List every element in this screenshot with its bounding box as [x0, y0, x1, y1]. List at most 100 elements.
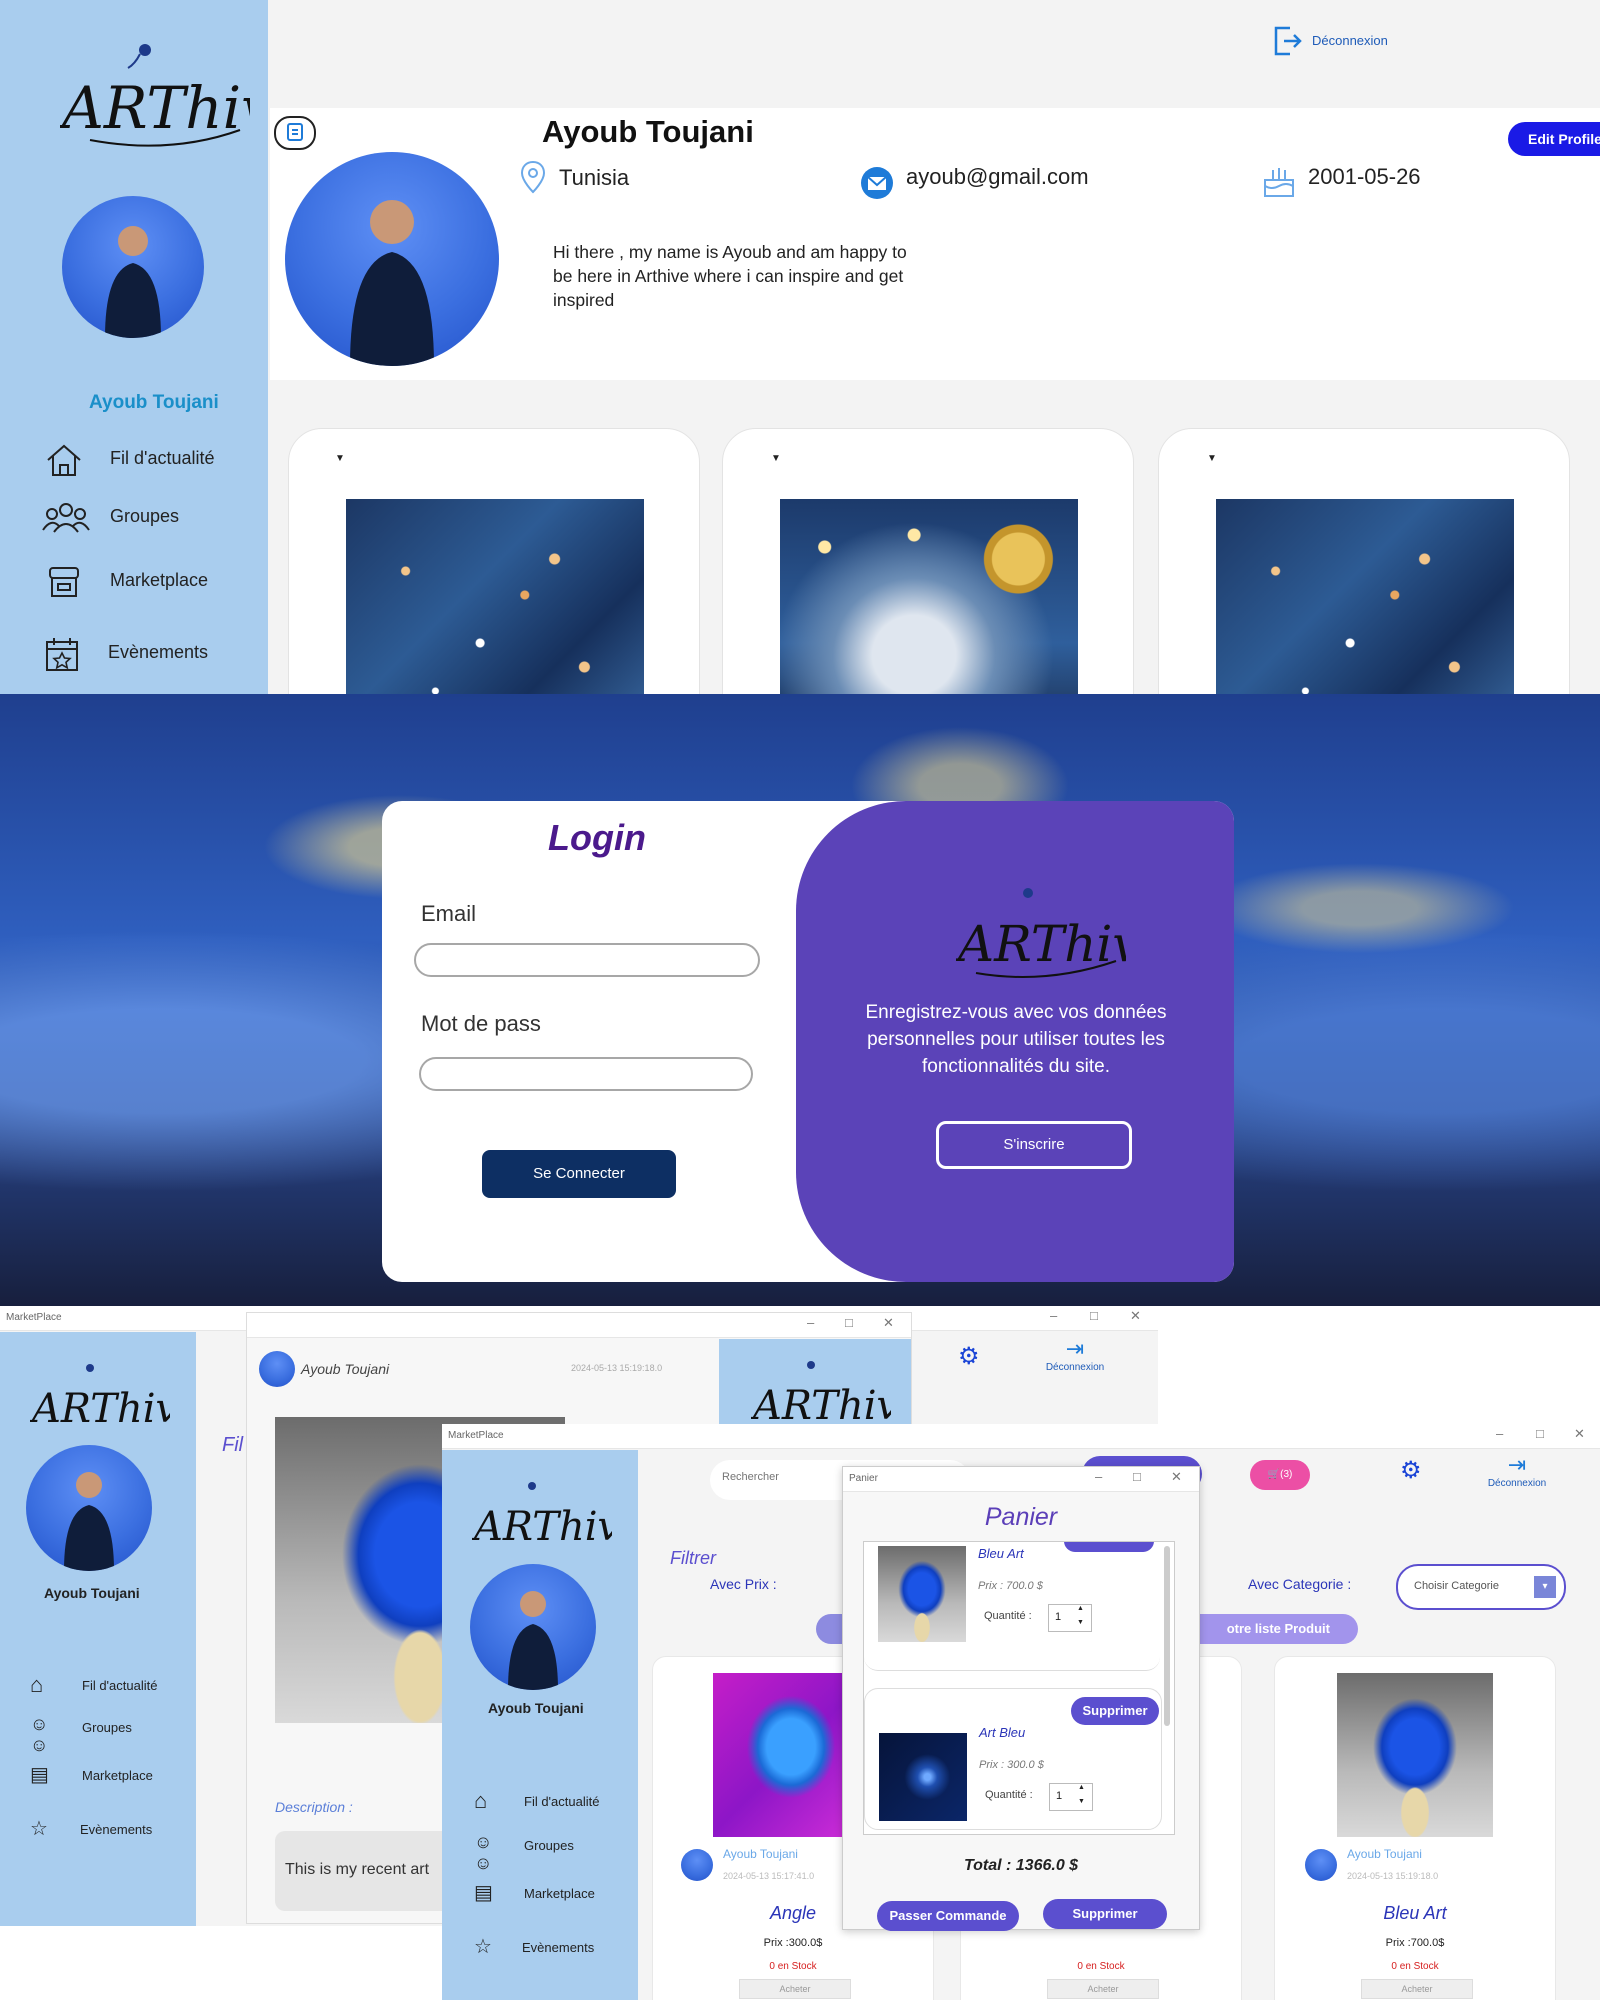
- quantity-value: 1: [1055, 1611, 1062, 1623]
- edit-photo-button[interactable]: [274, 116, 316, 150]
- window-title: MarketPlace: [448, 1430, 504, 1441]
- cart-total: Total : 1366.0 $: [963, 1857, 1079, 1874]
- art-card[interactable]: ▼: [288, 428, 700, 694]
- logo-text: ARThive: [30, 1386, 170, 1432]
- logout-icon: ⇥: [1065, 1336, 1085, 1361]
- file-icon: [287, 123, 303, 141]
- email-text: ayoub@gmail.com: [906, 164, 1089, 189]
- price-filter-label: Avec Prix :: [710, 1576, 777, 1592]
- edit-profile-button[interactable]: Edit Profile: [1508, 122, 1600, 156]
- login-button[interactable]: Se Connecter: [482, 1150, 676, 1198]
- chevron-up-icon[interactable]: ▲: [1078, 1784, 1085, 1791]
- quantity-value: 1: [1056, 1790, 1063, 1802]
- chevron-down-icon[interactable]: ▼: [335, 453, 345, 464]
- nav-label: Marketplace: [524, 1886, 595, 1901]
- cart-item-name: Art Bleu: [979, 1725, 1026, 1740]
- cart-button[interactable]: 🛒(3): [1250, 1460, 1310, 1490]
- login-screen: Login Email Mot de pass Se Connecter ART…: [0, 694, 1600, 1306]
- signup-button[interactable]: S'inscrire: [936, 1121, 1132, 1169]
- product-card: Ayoub Toujani 2024-05-13 15:19:18.0 Bleu…: [1274, 1656, 1556, 2000]
- arthive-logo: ARThive: [472, 1480, 612, 1555]
- profile-name: Ayoub Toujani: [542, 114, 754, 149]
- email-input[interactable]: [414, 943, 760, 977]
- buy-button[interactable]: Acheter: [1361, 1979, 1473, 1999]
- gear-icon[interactable]: ⚙: [1400, 1456, 1422, 1485]
- buy-button[interactable]: Acheter: [1047, 1979, 1159, 1999]
- nav-label: Evènements: [80, 1822, 153, 1837]
- profile-bio: Hi there , my name is Ayoub and am happy…: [553, 242, 907, 310]
- chevron-down-icon[interactable]: ▾: [1534, 1576, 1556, 1598]
- sidebar-username: Ayoub Toujani: [44, 1585, 140, 1601]
- maximize-icon[interactable]: □: [1090, 1308, 1098, 1323]
- chevron-down-icon[interactable]: ▼: [771, 453, 781, 464]
- buy-button[interactable]: Acheter: [739, 1979, 851, 1999]
- logout-button[interactable]: ⇥ Déconnexion: [1040, 1336, 1110, 1373]
- filter-label: Filtrer: [670, 1548, 716, 1568]
- cart-list: Bleu Art Prix : 700.0 $ Quantité : 1 ▲ ▼…: [863, 1541, 1175, 1835]
- minimize-icon[interactable]: –: [807, 1315, 814, 1330]
- place-order-button[interactable]: Passer Commande: [877, 1901, 1019, 1931]
- scrollbar[interactable]: [1164, 1546, 1170, 1726]
- nav-label: Evènements: [108, 642, 209, 662]
- minimize-icon[interactable]: –: [1496, 1426, 1503, 1441]
- nav-label: Marketplace: [82, 1768, 153, 1783]
- quantity-stepper[interactable]: 1 ▲ ▼: [1049, 1783, 1093, 1811]
- group-icon: [42, 498, 90, 538]
- group-icon: ☺☺: [30, 1714, 49, 1755]
- titlebar: MarketPlace – □ ✕: [442, 1424, 1600, 1449]
- chevron-up-icon[interactable]: ▲: [1077, 1605, 1084, 1612]
- logo-text: ARThive: [751, 1383, 891, 1429]
- maximize-icon[interactable]: □: [845, 1315, 853, 1330]
- post-author: Ayoub Toujani: [301, 1361, 390, 1377]
- category-filter-label: Avec Categorie :: [1248, 1576, 1352, 1592]
- minimize-icon[interactable]: –: [1050, 1308, 1057, 1323]
- art-card[interactable]: ▼: [722, 428, 1134, 694]
- nav-marketplace[interactable]: Marketplace: [44, 567, 264, 597]
- category-select-value: Choisir Categorie: [1414, 1580, 1499, 1592]
- clear-cart-button[interactable]: Supprimer: [1043, 1899, 1167, 1929]
- window-title: Panier: [849, 1473, 878, 1484]
- cart-item-image: [879, 1733, 967, 1821]
- profile-avatar: [285, 152, 499, 366]
- product-price: Prix :700.0$: [1385, 1937, 1445, 1949]
- seller-name: Ayoub Toujani: [1347, 1847, 1422, 1861]
- artwork-image: [346, 499, 644, 694]
- nav-groupes[interactable]: Groupes: [42, 503, 262, 533]
- location-pin-icon: [520, 160, 546, 194]
- chevron-down-icon[interactable]: ▼: [1077, 1619, 1084, 1626]
- cart-count: (3): [1280, 1469, 1293, 1480]
- product-list-button[interactable]: otre liste Produit: [1178, 1614, 1358, 1644]
- category-select[interactable]: Choisir Categorie ▾: [1396, 1564, 1566, 1610]
- close-icon[interactable]: ✕: [1171, 1469, 1182, 1485]
- titlebar: Panier – □ ✕: [843, 1467, 1199, 1492]
- sidebar: ARThive Ayoub Toujani ⌂ Fil d'actualité ☺…: [442, 1450, 638, 2000]
- chevron-down-icon[interactable]: ▼: [1078, 1798, 1085, 1805]
- store-icon: [44, 562, 84, 602]
- art-card[interactable]: ▼: [1158, 428, 1570, 694]
- close-icon[interactable]: ✕: [883, 1315, 894, 1331]
- logo-text: ARThive: [956, 915, 1126, 973]
- window-title: MarketPlace: [6, 1312, 62, 1323]
- description-label: Description :: [275, 1799, 353, 1815]
- nav-evenements[interactable]: Evènements: [42, 638, 262, 671]
- nav-label: Groupes: [110, 506, 180, 526]
- product-stock: 0 en Stock: [1391, 1961, 1439, 1972]
- filter-label-partial: Fil: [222, 1434, 244, 1456]
- remove-item-button[interactable]: Supprimer: [1071, 1697, 1159, 1725]
- quantity-stepper[interactable]: 1 ▲ ▼: [1048, 1604, 1092, 1632]
- maximize-icon[interactable]: □: [1536, 1426, 1544, 1441]
- close-icon[interactable]: ✕: [1130, 1308, 1141, 1324]
- maximize-icon[interactable]: □: [1133, 1469, 1141, 1484]
- artwork-image: [780, 499, 1078, 694]
- close-icon[interactable]: ✕: [1574, 1426, 1585, 1442]
- nav-label: Fil d'actualité: [82, 1678, 158, 1693]
- nav-fil-actualite[interactable]: Fil d'actualité: [44, 444, 264, 476]
- minimize-icon[interactable]: –: [1095, 1469, 1102, 1484]
- logout-button[interactable]: ⇥ Déconnexion: [1482, 1452, 1552, 1489]
- chevron-down-icon[interactable]: ▼: [1207, 453, 1217, 464]
- arthive-logo: ARThive: [30, 1362, 170, 1437]
- password-input[interactable]: [419, 1057, 753, 1091]
- gear-icon[interactable]: ⚙: [958, 1342, 980, 1371]
- store-icon: ▤: [30, 1764, 49, 1786]
- mail-icon: [861, 167, 893, 199]
